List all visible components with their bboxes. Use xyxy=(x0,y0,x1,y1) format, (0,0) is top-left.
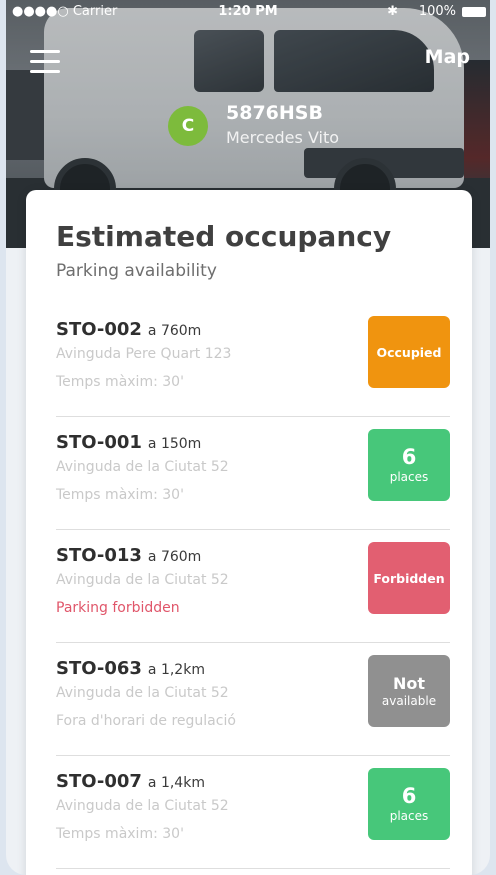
parking-distance: a 1,2km xyxy=(147,662,205,678)
parking-address: Avinguda de la Ciutat 52 xyxy=(56,572,229,588)
status-badge: Occupied xyxy=(368,316,450,388)
parking-distance: a 760m xyxy=(147,549,202,565)
clock: 1:20 PM xyxy=(218,4,278,19)
parking-list: STO-002 a 760m Avinguda Pere Quart 123 Te… xyxy=(56,304,450,869)
status-sub: places xyxy=(389,809,429,823)
status-main: Occupied xyxy=(376,344,442,360)
parking-item[interactable]: STO-002 a 760m Avinguda Pere Quart 123 Te… xyxy=(56,304,450,417)
parking-note: Fora d'horari de regulació xyxy=(56,713,236,729)
status-badge: 6 places xyxy=(368,429,450,501)
phone-screen: ●●●●○ Carrier 1:20 PM ✱ 100% Map C 5876H… xyxy=(6,0,490,875)
vehicle-model: Mercedes Vito xyxy=(226,128,340,147)
parking-address: Avinguda Pere Quart 123 xyxy=(56,346,232,362)
occupancy-card: Estimated occupancy Parking availability… xyxy=(26,190,472,875)
parking-code: STO-007 xyxy=(56,771,142,792)
status-main: 6 xyxy=(401,445,417,469)
vehicle-badge: C xyxy=(168,106,208,146)
battery-icon xyxy=(462,7,486,17)
status-main: 6 xyxy=(401,784,417,808)
battery-percent: 100% xyxy=(418,4,456,19)
parking-distance: a 1,4km xyxy=(147,775,205,791)
status-main: Not xyxy=(392,673,426,693)
status-badge: 6 places xyxy=(368,768,450,840)
parking-distance: a 760m xyxy=(147,323,202,339)
parking-address: Avinguda de la Ciutat 52 xyxy=(56,459,229,475)
hamburger-icon[interactable] xyxy=(30,50,60,74)
status-main: Forbidden xyxy=(373,570,445,586)
parking-note: Temps màxim: 30' xyxy=(56,826,184,842)
status-badge: Not available xyxy=(368,655,450,727)
status-sub: places xyxy=(389,470,429,484)
parking-code: STO-002 xyxy=(56,319,142,340)
parking-note: Temps màxim: 30' xyxy=(56,374,184,390)
parking-code: STO-013 xyxy=(56,545,142,566)
status-sub: available xyxy=(381,693,437,708)
parking-item[interactable]: STO-001 a 150m Avinguda de la Ciutat 52 T… xyxy=(56,417,450,530)
parking-item[interactable]: STO-007 a 1,4km Avinguda de la Ciutat 52 … xyxy=(56,756,450,869)
parking-address: Avinguda de la Ciutat 52 xyxy=(56,685,229,701)
parking-item[interactable]: STO-063 a 1,2km Avinguda de la Ciutat 52 … xyxy=(56,643,450,756)
map-button[interactable]: Map xyxy=(425,46,470,68)
card-subtitle: Parking availability xyxy=(56,261,217,281)
parking-note: Parking forbidden xyxy=(56,600,180,616)
parking-note: Temps màxim: 30' xyxy=(56,487,184,503)
parking-code: STO-001 xyxy=(56,432,142,453)
status-badge: Forbidden xyxy=(368,542,450,614)
bluetooth-icon: ✱ xyxy=(387,4,398,19)
parking-item[interactable]: STO-013 a 760m Avinguda de la Ciutat 52 P… xyxy=(56,530,450,643)
status-bar: ●●●●○ Carrier 1:20 PM ✱ 100% xyxy=(6,0,490,24)
vehicle-plate: 5876HSB xyxy=(226,102,323,124)
card-title: Estimated occupancy xyxy=(56,220,392,253)
parking-distance: a 150m xyxy=(147,436,202,452)
parking-code: STO-063 xyxy=(56,658,142,679)
parking-address: Avinguda de la Ciutat 52 xyxy=(56,798,229,814)
